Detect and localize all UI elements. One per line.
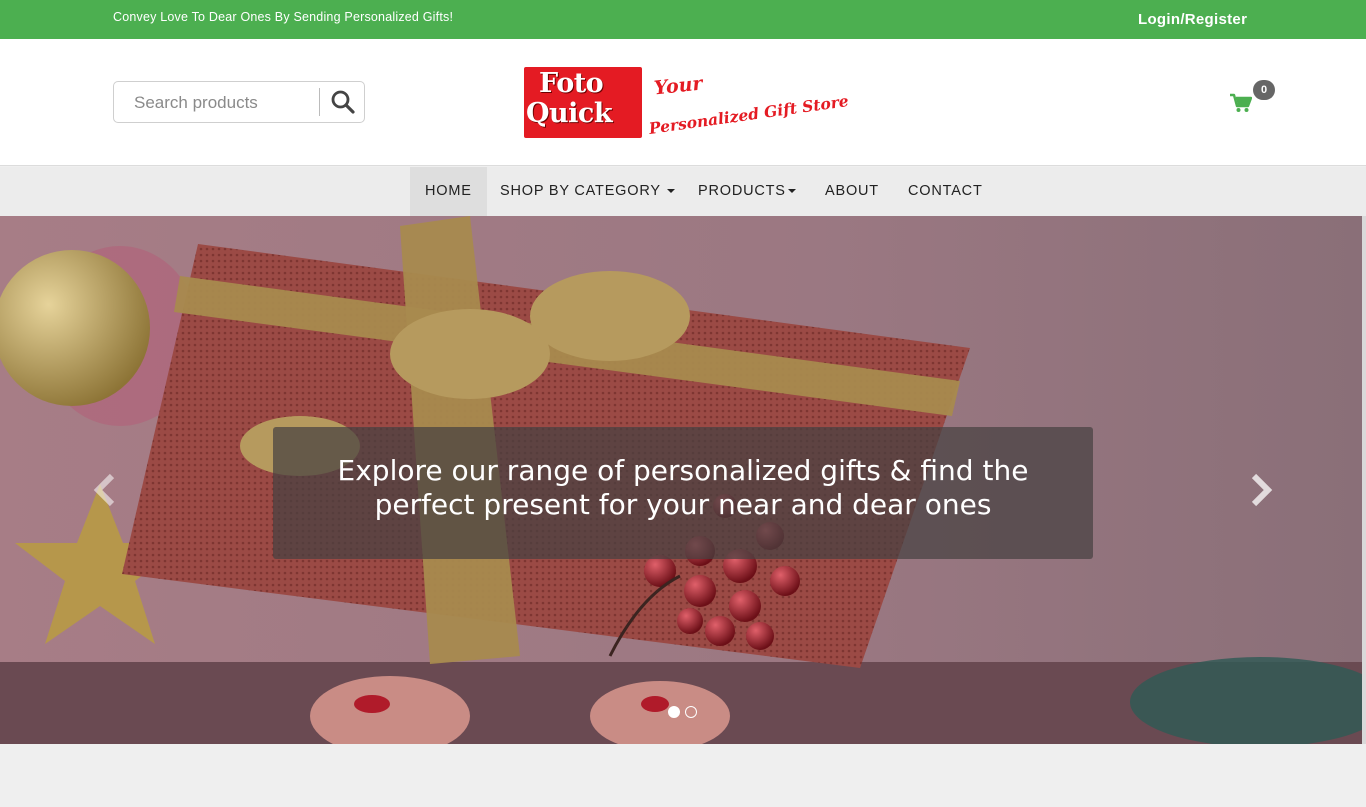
nav-contact-label: CONTACT: [908, 183, 983, 199]
hero-caption: Explore our range of personalized gifts …: [273, 427, 1093, 559]
nav-home[interactable]: HOME: [410, 167, 487, 216]
nav-products[interactable]: PRODUCTS: [683, 167, 811, 216]
shopping-cart-icon: [1230, 93, 1252, 112]
login-register-link[interactable]: Login/Register: [1138, 11, 1247, 28]
caret-down-icon: [787, 189, 796, 194]
chevron-right-icon[interactable]: [1248, 472, 1274, 508]
search-box[interactable]: Search products: [113, 81, 365, 123]
cart-count-badge: 0: [1253, 80, 1275, 100]
logo-tagline1: Your: [652, 72, 704, 100]
main-nav: HOME SHOP BY CATEGORY PRODUCTS ABOUT CON…: [0, 167, 1366, 216]
nav-shop-by-category[interactable]: SHOP BY CATEGORY: [485, 167, 690, 216]
scrollbar[interactable]: [1362, 216, 1366, 744]
site-logo[interactable]: Foto Quick Your Personalized Gift Store: [524, 67, 850, 139]
nav-about[interactable]: ABOUT: [810, 167, 894, 216]
nav-about-label: ABOUT: [825, 183, 879, 199]
search-input[interactable]: Search products: [134, 93, 258, 113]
nav-contact[interactable]: CONTACT: [893, 167, 998, 216]
nav-shop-by-category-label: SHOP BY CATEGORY: [500, 183, 661, 199]
chevron-left-icon[interactable]: [92, 472, 118, 508]
nav-home-label: HOME: [425, 183, 472, 199]
tagline: Convey Love To Dear Ones By Sending Pers…: [113, 10, 454, 24]
hero-caption-line2: perfect present for your near and dear o…: [374, 488, 992, 521]
search-divider: [319, 88, 320, 116]
top-bar: Convey Love To Dear Ones By Sending Pers…: [0, 0, 1366, 39]
search-icon[interactable]: [330, 89, 356, 115]
carousel-dot-1[interactable]: [668, 706, 680, 718]
nav-products-label: PRODUCTS: [698, 183, 786, 199]
site-header: Search products Foto Quick Your Personal…: [0, 39, 1366, 166]
logo-tagline2: Personalized Gift Store: [647, 91, 850, 138]
carousel-dot-2[interactable]: [685, 706, 697, 718]
hero-carousel: Explore our range of personalized gifts …: [0, 216, 1362, 744]
logo-badge: Foto Quick: [524, 67, 642, 138]
caret-down-icon: [667, 189, 676, 194]
hero-caption-line1: Explore our range of personalized gifts …: [337, 454, 1029, 487]
logo-line2: Quick: [526, 98, 613, 129]
carousel-indicators: [668, 706, 708, 720]
logo-line1: Foto: [539, 68, 604, 99]
cart-button[interactable]: 0: [1230, 80, 1278, 121]
